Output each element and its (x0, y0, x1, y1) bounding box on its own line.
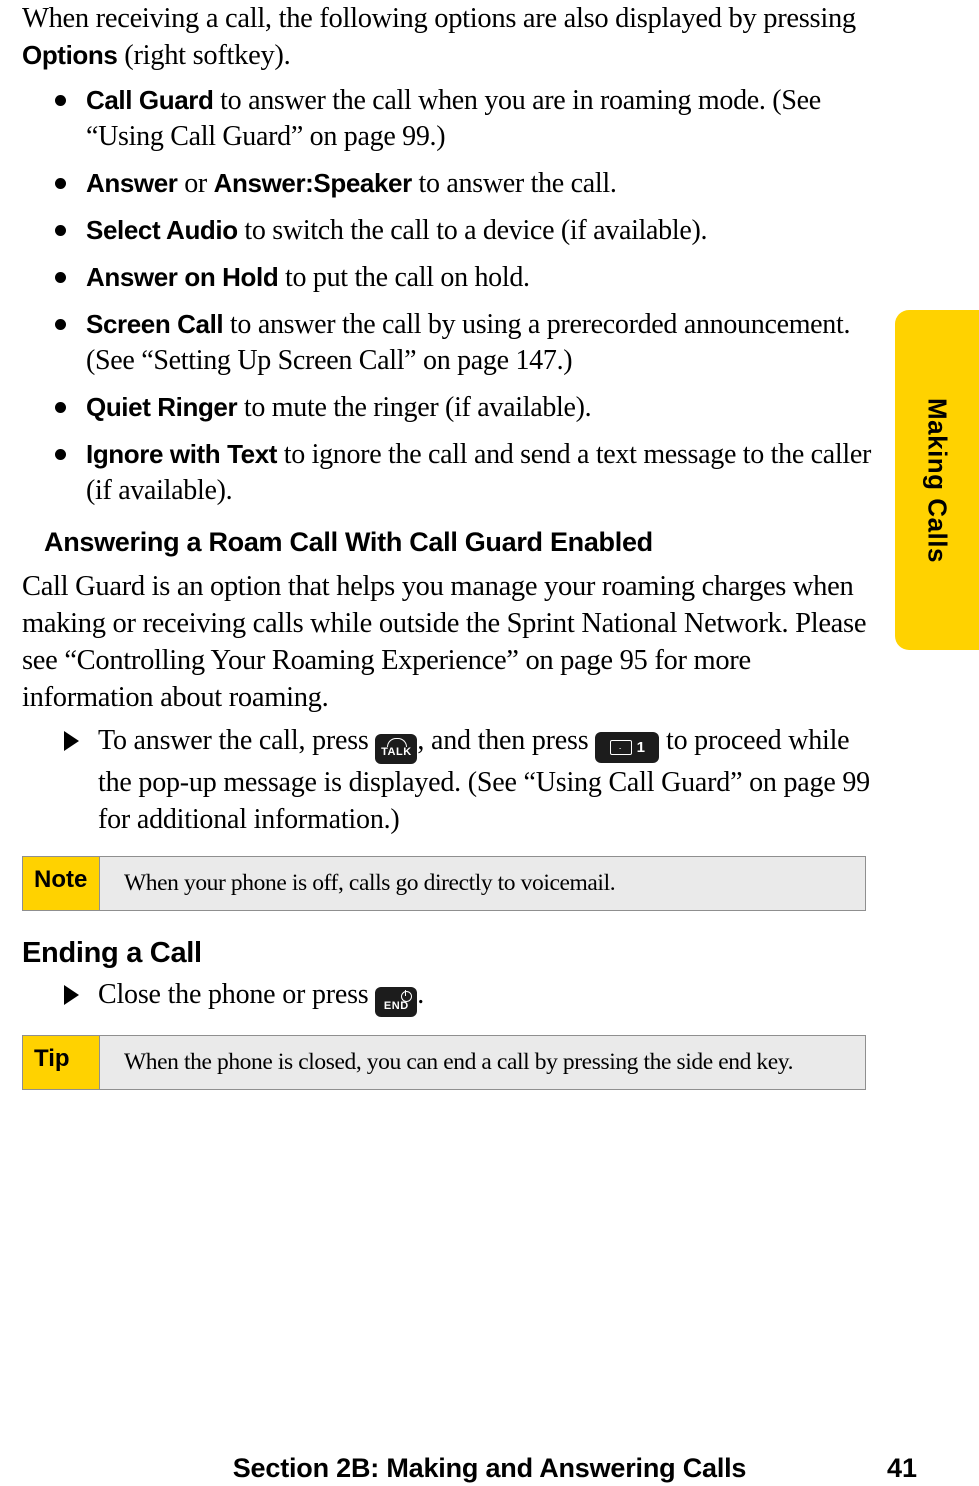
note-label: Note (23, 857, 100, 910)
manual-page: Making Calls When receiving a call, the … (0, 0, 979, 1486)
list-item: Quiet Ringer to mute the ringer (if avai… (22, 389, 872, 426)
footer-page-number: 41 (886, 1453, 917, 1483)
option-term: Quiet Ringer (86, 392, 238, 422)
intro-bold: Options (22, 40, 118, 70)
message-key-icon: 1 (595, 732, 660, 763)
side-tab-label: Making Calls (922, 397, 953, 563)
arrow-icon (64, 985, 79, 1005)
talk-key-icon: TALK (375, 734, 418, 764)
message-key-label: 1 (636, 739, 645, 756)
steps-list: To answer the call, press TALK, and then… (22, 722, 872, 838)
option-term-2: Answer:Speaker (213, 168, 413, 198)
bullet-icon (55, 225, 66, 236)
step-part-1: To answer the call, press (98, 725, 376, 756)
option-desc: to put the call on hold. (278, 262, 530, 293)
option-term: Answer on Hold (86, 262, 279, 292)
step-part-2: , and then press (417, 725, 596, 756)
bullet-icon (55, 178, 66, 189)
tip-text: When the phone is closed, you can end a … (124, 1049, 794, 1075)
option-desc: to switch the call to a device (if avail… (237, 215, 708, 246)
page-content: When receiving a call, the following opt… (22, 0, 872, 1090)
option-term: Ignore with Text (86, 439, 278, 469)
section-heading: Ending a Call (22, 937, 202, 969)
list-item: Call Guard to answer the call when you a… (22, 82, 872, 155)
side-tab: Making Calls (895, 310, 979, 650)
options-list: Call Guard to answer the call when you a… (22, 82, 872, 509)
page-footer: Section 2B: Making and Answering Calls 4… (0, 1440, 979, 1483)
ending-step-part-1: Close the phone or press (98, 979, 376, 1010)
bullet-icon (55, 272, 66, 283)
list-item: Screen Call to answer the call by using … (22, 306, 872, 379)
envelope-icon (609, 740, 632, 755)
ending-steps-list: Close the phone or press END. (22, 976, 872, 1017)
list-item: Select Audio to switch the call to a dev… (22, 212, 872, 249)
option-desc: to mute the ringer (if available). (237, 392, 592, 423)
list-item: Ignore with Text to ignore the call and … (22, 436, 872, 509)
note-text: When your phone is off, calls go directl… (124, 870, 616, 896)
list-item: Answer on Hold to put the call on hold. (22, 259, 872, 296)
bullet-icon (55, 449, 66, 460)
option-term: Answer (86, 168, 178, 198)
footer-title: Section 2B: Making and Answering Calls (232, 1453, 747, 1483)
end-key-icon: END (375, 987, 418, 1017)
arrow-icon (64, 731, 79, 751)
intro-paragraph: When receiving a call, the following opt… (22, 0, 872, 74)
tip-label: Tip (23, 1036, 100, 1089)
power-icon (401, 990, 413, 1002)
bullet-icon (55, 95, 66, 106)
note-box: Note When your phone is off, calls go di… (22, 856, 866, 911)
list-item: Answer or Answer:Speaker to answer the c… (22, 165, 872, 202)
body-paragraph: Call Guard is an option that helps you m… (22, 571, 867, 713)
bullet-icon (55, 319, 66, 330)
option-term: Call Guard (86, 85, 214, 115)
list-item: To answer the call, press TALK, and then… (22, 722, 872, 838)
intro-before: When receiving a call, the following opt… (22, 3, 856, 34)
subheading: Answering a Roam Call With Call Guard En… (44, 527, 653, 557)
option-mid: or (177, 168, 214, 199)
option-term: Screen Call (86, 309, 224, 339)
list-item: Close the phone or press END. (22, 976, 872, 1017)
intro-after: (right softkey). (117, 40, 291, 71)
bullet-icon (55, 402, 66, 413)
option-term: Select Audio (86, 215, 238, 245)
ending-step-part-2: . (417, 979, 425, 1010)
tip-box: Tip When the phone is closed, you can en… (22, 1035, 866, 1090)
option-desc: to answer the call. (411, 168, 617, 199)
